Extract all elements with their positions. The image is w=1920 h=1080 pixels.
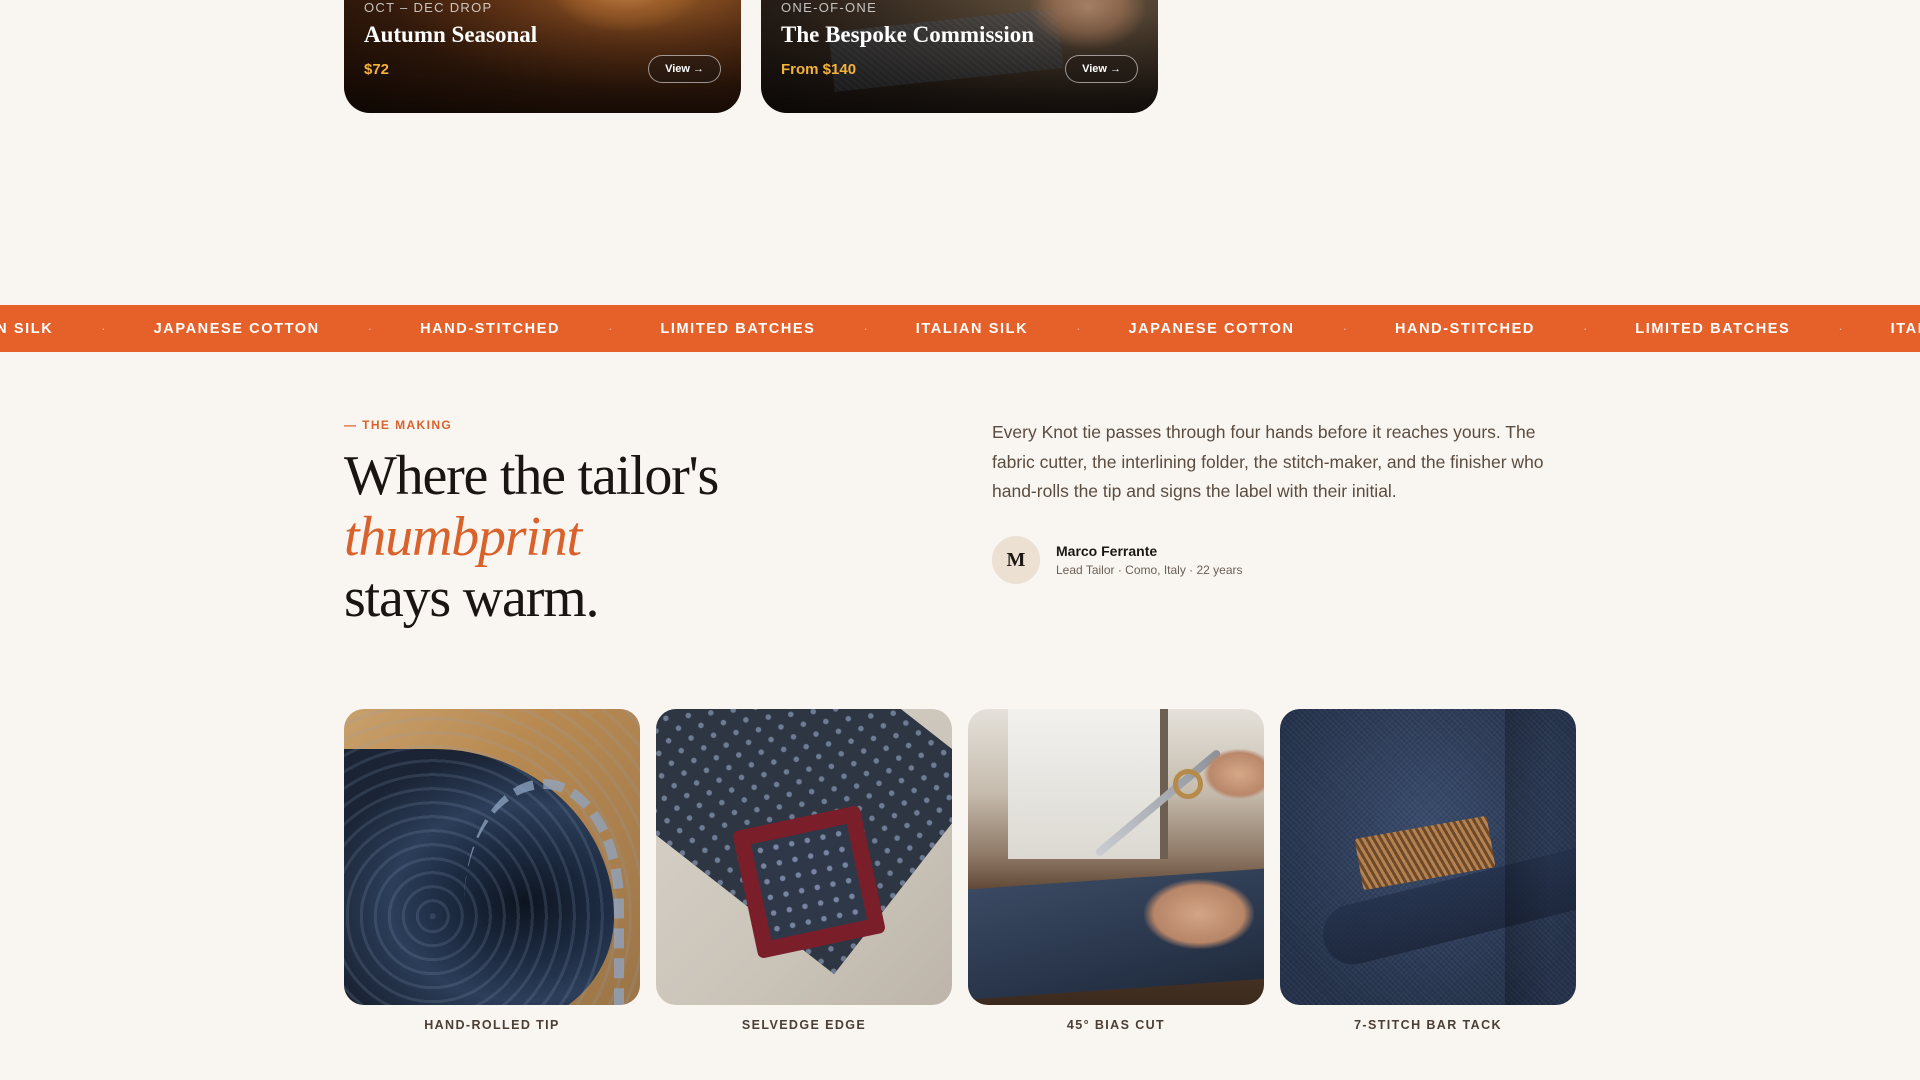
detail-caption: 7-STITCH BAR TACK	[1354, 1018, 1502, 1032]
card-eyebrow: OCT – DEC DROP	[364, 0, 493, 15]
section-body: Every Knot tie passes through four hands…	[992, 422, 1544, 501]
marquee-item: JAPANESE COTTON	[153, 320, 320, 337]
section-eyebrow: — THE MAKING	[344, 418, 453, 432]
marquee-item: LIMITED BATCHES	[1635, 320, 1791, 337]
detail-gallery: HAND-ROLLED TIP SELVEDGE EDGE 45° BIAS C…	[344, 709, 1576, 1032]
view-button[interactable]: View →	[1065, 55, 1138, 83]
marquee-separator: ·	[1342, 321, 1347, 336]
headline-accent: thumbprint	[344, 506, 582, 568]
view-button[interactable]: View →	[648, 55, 721, 83]
detail-tile-hand-rolled-tip: HAND-ROLLED TIP	[344, 709, 640, 1032]
detail-tile-bar-tack: 7-STITCH BAR TACK	[1280, 709, 1576, 1032]
author-meta: Lead Tailor · Como, Italy · 22 years	[1056, 563, 1243, 577]
detail-caption: SELVEDGE EDGE	[741, 1018, 867, 1032]
section-headline: Where the tailor's thumbprint stays warm…	[344, 446, 864, 629]
marquee-item: LIAN SILK	[0, 320, 54, 337]
marquee-item: LIMITED BATCHES	[660, 320, 816, 337]
marquee-separator: ·	[863, 321, 868, 336]
card-title: Autumn Seasonal	[364, 22, 538, 47]
detail-tile-selvedge-edge: SELVEDGE EDGE	[656, 709, 952, 1032]
author-name: Marco Ferrante	[1056, 543, 1158, 559]
detail-image	[656, 709, 952, 1005]
marquee-separator: ·	[1076, 321, 1081, 336]
card-price: From $140	[781, 60, 857, 78]
product-card-autumn-seasonal[interactable]: OCT – DEC DROP Autumn Seasonal $72 View …	[344, 0, 741, 113]
card-title: The Bespoke Commission	[781, 22, 1035, 47]
marquee-separator: ·	[101, 321, 106, 336]
headline-line: Where the tailor's	[344, 445, 719, 507]
marquee-separator: ·	[1838, 321, 1843, 336]
materials-marquee: LIAN SILK · JAPANESE COTTON · HAND-STITC…	[0, 305, 1920, 352]
card-price: $72	[364, 60, 390, 78]
detail-image	[344, 709, 640, 1005]
marquee-separator: ·	[367, 321, 373, 336]
detail-tile-bias-cut: 45° BIAS CUT	[968, 709, 1264, 1032]
detail-image	[1280, 709, 1576, 1005]
detail-caption: 45° BIAS CUT	[1066, 1018, 1166, 1032]
headline-line: stays warm.	[344, 567, 600, 629]
marquee-separator: ·	[608, 321, 613, 336]
product-card-bespoke-commission[interactable]: ONE-OF-ONE The Bespoke Commission From $…	[761, 0, 1158, 113]
card-eyebrow: ONE-OF-ONE	[781, 0, 878, 15]
author-block: M Marco Ferrante Lead Tailor · Como, Ita…	[992, 536, 1243, 584]
marquee-item: HAND-STITCHED	[420, 320, 561, 337]
marquee-separator: ·	[1582, 321, 1588, 336]
marquee-item: ITALI	[1890, 320, 1920, 337]
detail-caption: HAND-ROLLED TIP	[424, 1018, 560, 1032]
marquee-item: JAPANESE COTTON	[1128, 320, 1295, 337]
avatar: M	[992, 536, 1040, 584]
marquee-item: ITALIAN SILK	[915, 320, 1029, 337]
detail-image	[968, 709, 1264, 1005]
marquee-item: HAND-STITCHED	[1394, 320, 1535, 337]
